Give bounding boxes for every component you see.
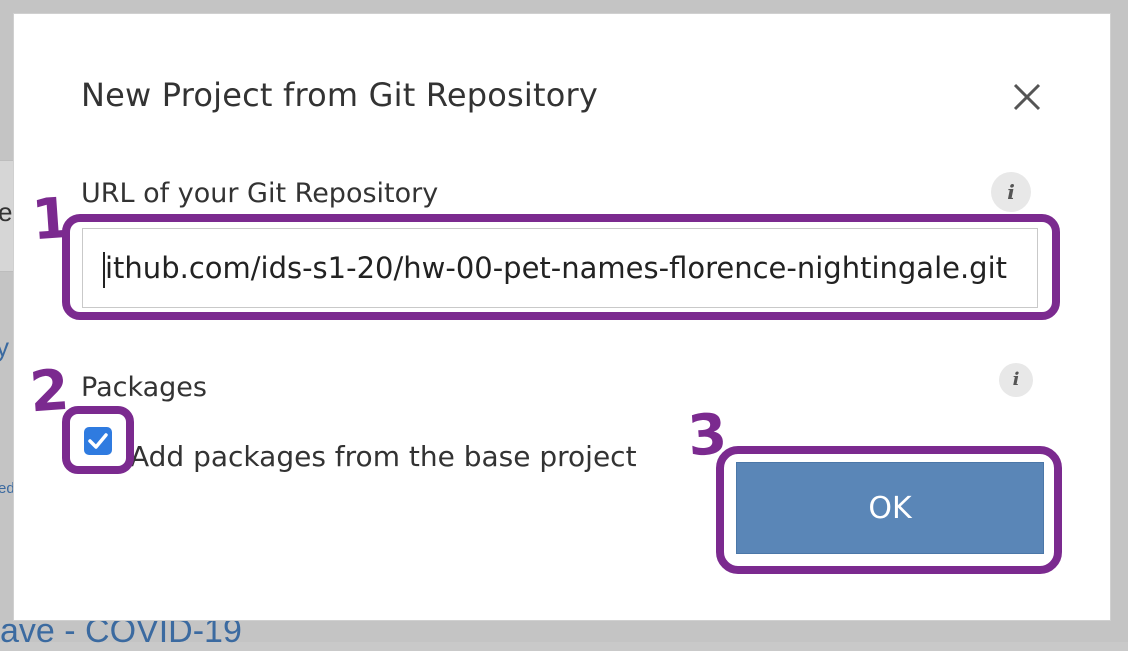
close-button[interactable]: [1010, 80, 1044, 114]
new-project-dialog: New Project from Git Repository URL of y…: [14, 14, 1110, 620]
url-field-label: URL of your Git Repository: [81, 178, 439, 209]
background-text-fragment: e: [0, 197, 13, 227]
checkmark-icon: [88, 433, 108, 449]
git-url-value: ithub.com/ids-s1-20/hw-00-pet-names-flor…: [105, 251, 1008, 285]
url-info-icon[interactable]: i: [991, 172, 1031, 212]
annotation-step-3: 3: [685, 401, 730, 470]
dialog-title: New Project from Git Repository: [81, 76, 599, 114]
add-packages-checkbox[interactable]: [84, 427, 112, 455]
git-url-input[interactable]: ithub.com/ids-s1-20/hw-00-pet-names-flor…: [82, 228, 1038, 308]
background-panel: e: [0, 160, 14, 272]
packages-info-icon[interactable]: i: [999, 363, 1033, 397]
ok-button[interactable]: OK: [736, 462, 1044, 554]
background-small-fragment: ed: [0, 480, 15, 497]
packages-label: Packages: [81, 372, 207, 403]
annotation-step-2: 2: [27, 357, 72, 426]
annotation-step-1: 1: [29, 185, 74, 254]
close-icon: [1013, 83, 1041, 111]
background-link-fragment: y: [0, 332, 9, 362]
add-packages-label: Add packages from the base project: [130, 440, 637, 473]
